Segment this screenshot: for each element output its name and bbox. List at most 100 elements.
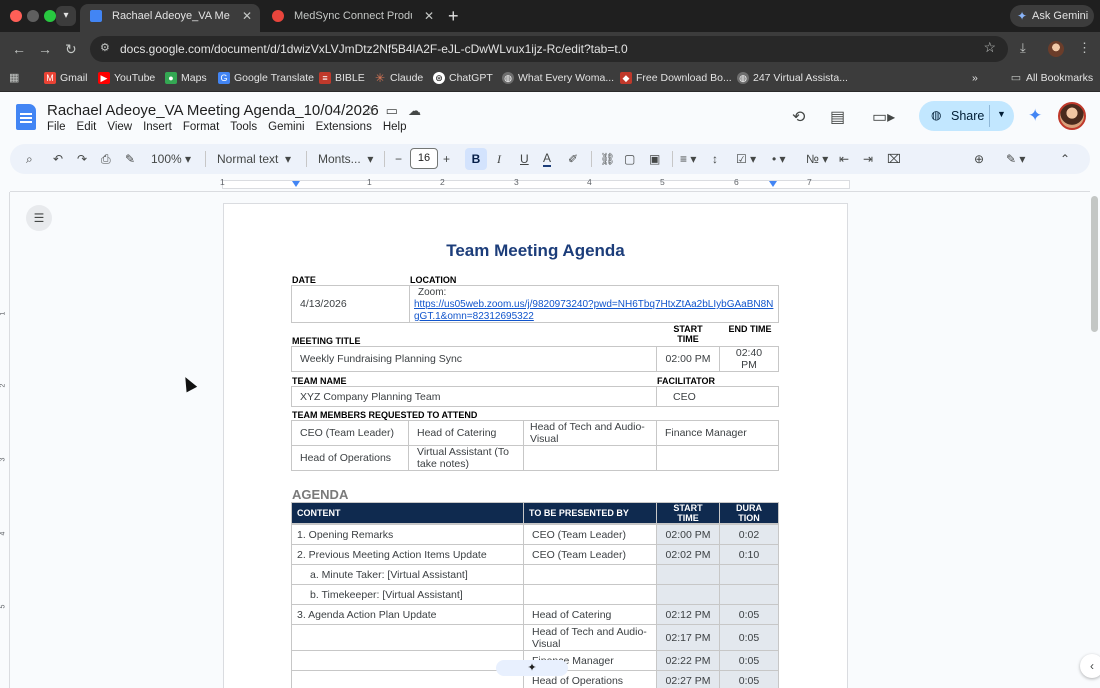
date-cell[interactable]: 4/13/2026 [291, 285, 410, 323]
text-color-icon[interactable]: A [543, 151, 552, 167]
menu-gemini[interactable]: Gemini [268, 121, 304, 133]
bookmark-chatgpt[interactable]: ⊛ ChatGPT [433, 72, 493, 84]
meeting-title-cell[interactable]: Weekly Fundraising Planning Sync [291, 346, 657, 372]
site-settings-icon[interactable]: ⚙ [100, 41, 110, 54]
ask-gemini-doc-icon[interactable]: ⊕ [974, 151, 984, 167]
gemini-floating-icon[interactable]: ✦ [496, 660, 568, 676]
bookmark-bible[interactable]: ≡ BIBLE [319, 72, 365, 84]
bulleted-list-icon[interactable]: • ▾ [772, 151, 786, 167]
bookmark-what-every-woman[interactable]: ◍ What Every Woma... [502, 72, 614, 84]
insert-link-icon[interactable]: ⛓ [600, 151, 615, 167]
line-spacing-icon[interactable]: ↕ [712, 151, 718, 167]
menu-tools[interactable]: Tools [230, 121, 257, 133]
location-cell[interactable]: Zoom: https://us05web.zoom.us/j/98209732… [409, 285, 779, 323]
move-folder-icon[interactable]: ▭ [386, 103, 398, 118]
tab-docs[interactable]: Rachael Adeoye_VA Meeting ✕ [80, 4, 260, 32]
zoom-link[interactable]: https://us05web.zoom.us/j/9820973240?pwd… [414, 299, 774, 323]
print-icon[interactable]: ⎙ [101, 151, 111, 167]
profile-avatar-icon[interactable] [1048, 41, 1064, 57]
download-icon[interactable]: ⤓ [1020, 40, 1026, 56]
bookmark-maps[interactable]: ● Maps [165, 72, 207, 84]
collapse-toolbar-icon[interactable]: ⌃ [1060, 151, 1070, 167]
insert-image-icon[interactable]: ▣ [649, 151, 660, 167]
agenda-start-time-cell[interactable]: 02:12 PM [656, 604, 720, 625]
bookmark-star-icon[interactable]: ☆ [983, 39, 996, 56]
checklist-icon[interactable]: ☑ ▾ [736, 151, 756, 167]
agenda-start-time-cell[interactable]: 02:02 PM [656, 544, 720, 565]
attendee-cell[interactable]: CEO (Team Leader) [291, 420, 409, 446]
end-time-cell[interactable]: 02:40 PM [719, 346, 779, 372]
menu-format[interactable]: Format [183, 121, 219, 133]
agenda-duration-cell[interactable]: 0:05 [719, 650, 779, 671]
agenda-duration-cell[interactable]: 0:02 [719, 524, 779, 545]
bookmark-youtube[interactable]: ▶ YouTube [98, 72, 155, 84]
menu-view[interactable]: View [107, 121, 132, 133]
cloud-status-icon[interactable]: ☁ [408, 103, 421, 118]
agenda-duration-cell[interactable] [719, 584, 779, 605]
bookmark-247-va[interactable]: ◍ 247 Virtual Assista... [737, 72, 848, 84]
agenda-start-time-cell[interactable]: 02:22 PM [656, 650, 720, 671]
attendee-cell[interactable]: Head of Tech and Audio-Visual [523, 420, 657, 446]
menu-file[interactable]: File [47, 121, 66, 133]
agenda-duration-cell[interactable]: 0:10 [719, 544, 779, 565]
agenda-presenter-cell[interactable]: CEO (Team Leader) [523, 524, 657, 545]
agenda-content-cell[interactable]: 2. Previous Meeting Action Items Update [291, 544, 524, 565]
star-icon[interactable]: ☆ [364, 103, 376, 118]
redo-icon[interactable]: ↷ [77, 151, 87, 167]
agenda-content-cell[interactable]: b. Timekeeper: [Virtual Assistant] [291, 584, 524, 605]
agenda-start-time-cell[interactable]: 02:17 PM [656, 624, 720, 651]
decrease-indent-icon[interactable]: ⇤ [839, 151, 849, 167]
new-tab-icon[interactable]: + [448, 6, 459, 26]
numbered-list-icon[interactable]: № ▾ [806, 151, 828, 167]
apps-grid-icon[interactable]: ▦ [9, 72, 21, 84]
all-bookmarks-button[interactable]: ▭ All Bookmarks [1010, 72, 1093, 84]
agenda-content-cell[interactable] [291, 624, 524, 651]
agenda-presenter-cell[interactable] [523, 564, 657, 585]
agenda-content-cell[interactable]: a. Minute Taker: [Virtual Assistant] [291, 564, 524, 585]
agenda-presenter-cell[interactable] [523, 584, 657, 605]
increase-font-size-icon[interactable]: + [443, 151, 450, 167]
version-history-icon[interactable]: ⟲ [792, 107, 805, 127]
bookmark-claude[interactable]: ✳ Claude [374, 72, 423, 84]
agenda-duration-cell[interactable]: 0:05 [719, 604, 779, 625]
decrease-font-size-icon[interactable]: − [395, 151, 402, 167]
right-indent-marker[interactable] [769, 181, 777, 187]
underline-button[interactable]: U [520, 151, 529, 167]
agenda-duration-cell[interactable] [719, 564, 779, 585]
agenda-content-cell[interactable] [291, 670, 524, 688]
bold-button[interactable]: B [465, 148, 487, 170]
italic-button[interactable]: I [497, 151, 501, 167]
agenda-content-cell[interactable]: 1. Opening Remarks [291, 524, 524, 545]
attendee-cell[interactable]: Head of Operations [291, 445, 409, 471]
agenda-duration-cell[interactable]: 0:05 [719, 624, 779, 651]
browser-menu-icon[interactable]: ⋮ [1078, 40, 1091, 56]
minimize-window-button[interactable] [27, 10, 39, 22]
team-name-cell[interactable]: XYZ Company Planning Team [291, 386, 657, 407]
agenda-content-cell[interactable] [291, 650, 524, 671]
bookmark-free-download[interactable]: ◆ Free Download Bo... [620, 72, 732, 84]
agenda-presenter-cell[interactable]: Head of Catering [523, 604, 657, 625]
font-select[interactable]: Monts... ▾ [318, 151, 373, 167]
agenda-content-cell[interactable]: 3. Agenda Action Plan Update [291, 604, 524, 625]
menu-insert[interactable]: Insert [143, 121, 172, 133]
align-icon[interactable]: ≡ ▾ [680, 151, 696, 167]
font-size-input[interactable]: 16 [410, 148, 438, 169]
add-comment-icon[interactable]: ▢ [624, 151, 635, 167]
document-outline-icon[interactable]: ☰ [26, 205, 52, 231]
share-dropdown-icon[interactable]: ▼ [997, 109, 1006, 119]
reload-icon[interactable]: ↻ [65, 40, 77, 58]
style-select[interactable]: Normal text ▾ [217, 151, 291, 167]
comments-icon[interactable]: ▤ [830, 107, 845, 127]
agenda-presenter-cell[interactable]: Head of Tech and Audio-Visual [523, 624, 657, 651]
menu-help[interactable]: Help [383, 121, 407, 133]
agenda-start-time-cell[interactable] [656, 584, 720, 605]
close-window-button[interactable] [10, 10, 22, 22]
back-icon[interactable]: ← [12, 40, 26, 58]
agenda-start-time-cell[interactable]: 02:27 PM [656, 670, 720, 688]
account-avatar[interactable] [1058, 102, 1086, 130]
meet-icon[interactable]: ▭▸ [872, 107, 895, 127]
menu-extensions[interactable]: Extensions [316, 121, 372, 133]
bookmark-translate[interactable]: G Google Translate [218, 72, 314, 84]
bookmarks-overflow-icon[interactable]: » [972, 72, 978, 84]
document-page[interactable]: Team Meeting Agenda DATE LOCATION 4/13/2… [223, 203, 848, 688]
